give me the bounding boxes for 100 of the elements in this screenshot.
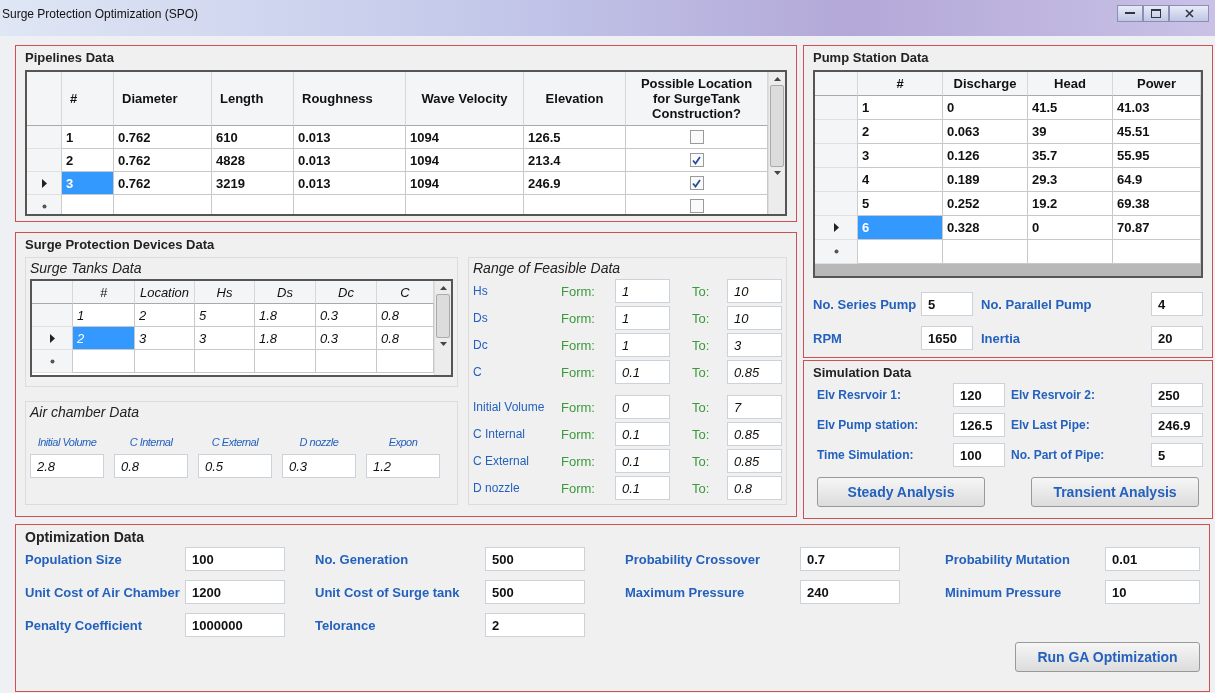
input-field[interactable]: 250	[1151, 383, 1203, 407]
input-field[interactable]: 500	[485, 580, 585, 604]
table-cell: 246.9	[524, 172, 626, 195]
input-field[interactable]: 1.2	[366, 454, 440, 478]
input-field[interactable]: 0.8	[727, 476, 782, 500]
input-field[interactable]: 2	[485, 613, 585, 637]
field-label: RPM	[813, 330, 843, 346]
input-field[interactable]: 2.8	[30, 454, 104, 478]
field-label: Ds	[473, 311, 489, 325]
close-button[interactable]	[1169, 4, 1209, 22]
row-pointer-icon	[833, 223, 839, 232]
input-field[interactable]: 0.85	[727, 360, 782, 384]
minimize-button[interactable]	[1117, 4, 1143, 22]
table-cell: 1094	[406, 172, 524, 195]
field-label: Form:	[561, 310, 596, 326]
row-header[interactable]	[32, 327, 73, 350]
checkbox[interactable]	[689, 153, 704, 167]
table-cell: 4828	[212, 149, 294, 172]
input-field[interactable]: 0.7	[800, 547, 900, 571]
analysis-button[interactable]: Transient Analysis	[1031, 477, 1199, 507]
row-header[interactable]	[815, 216, 858, 240]
input-field[interactable]: 1000000	[185, 613, 285, 637]
column-header: Head	[1028, 72, 1113, 96]
group-title: Air chamber Data	[30, 404, 140, 420]
row-pointer-icon	[41, 178, 47, 188]
table-cell: 1094	[406, 126, 524, 149]
table-cell: 126.5	[524, 126, 626, 149]
field-label: C External	[210, 436, 260, 448]
input-field[interactable]: 0.3	[282, 454, 356, 478]
input-field[interactable]: 500	[485, 547, 585, 571]
empty-cell	[316, 350, 377, 373]
analysis-button[interactable]: Steady Analysis	[817, 477, 985, 507]
input-field[interactable]: 246.9	[1151, 413, 1203, 437]
checkbox[interactable]	[689, 176, 704, 190]
table-cell: 4	[858, 168, 943, 192]
input-field[interactable]: 5	[1151, 443, 1203, 467]
column-header: Diameter	[114, 72, 212, 126]
field-label: Unit Cost of Air Chamber	[25, 584, 181, 600]
input-field[interactable]: 240	[800, 580, 900, 604]
scroll-down-icon[interactable]	[773, 171, 781, 175]
maximize-button[interactable]	[1143, 4, 1169, 22]
input-field[interactable]: 0.85	[727, 449, 782, 473]
field-label: No. Parallel Pump	[981, 296, 1093, 312]
input-field[interactable]: 0.85	[727, 422, 782, 446]
table-cell: 3	[858, 144, 943, 168]
input-field[interactable]: 0	[615, 395, 670, 419]
field-label: Penalty Coefficient	[25, 617, 144, 633]
column-header: #	[73, 281, 135, 304]
table-cell: 0.252	[943, 192, 1028, 216]
input-field[interactable]: 120	[953, 383, 1005, 407]
input-field[interactable]: 126.5	[953, 413, 1005, 437]
field-label: Elv Resrvoir 2:	[1011, 388, 1097, 402]
field-label: Initial Volume	[36, 436, 98, 448]
scrollbar-thumb[interactable]	[770, 85, 784, 167]
scroll-down-icon[interactable]	[439, 342, 447, 346]
empty-cell	[195, 350, 255, 373]
input-field[interactable]: 10	[727, 306, 782, 330]
field-label: To:	[691, 364, 711, 380]
run-button[interactable]: Run GA Optimization	[1015, 642, 1200, 672]
input-field[interactable]: 100	[185, 547, 285, 571]
input-field[interactable]: 0.1	[615, 449, 670, 473]
input-field[interactable]: 20	[1151, 326, 1203, 350]
input-field[interactable]: 1650	[921, 326, 973, 350]
input-field[interactable]: 0.1	[615, 476, 670, 500]
scroll-up-icon[interactable]	[439, 286, 447, 290]
row-header[interactable]	[27, 172, 62, 195]
input-field[interactable]: 0.5	[198, 454, 272, 478]
column-header: Ds	[255, 281, 316, 304]
table-cell: 45.51	[1113, 120, 1201, 144]
scrollbar-thumb[interactable]	[436, 294, 450, 338]
input-field[interactable]: 100	[953, 443, 1005, 467]
table-cell: 0	[943, 96, 1028, 120]
table-cell: 1	[62, 126, 114, 149]
input-field[interactable]: 0.1	[615, 422, 670, 446]
input-field[interactable]: 3	[727, 333, 782, 357]
scroll-up-icon[interactable]	[773, 77, 781, 81]
input-field[interactable]: 7	[727, 395, 782, 419]
field-label: To:	[691, 480, 711, 496]
panel-title: Pipelines Data	[25, 50, 115, 65]
input-field[interactable]: 0.8	[114, 454, 188, 478]
input-field[interactable]: 0.1	[615, 360, 670, 384]
input-field[interactable]: 1	[615, 333, 670, 357]
input-field[interactable]: 0.01	[1105, 547, 1200, 571]
input-field[interactable]: 1	[615, 306, 670, 330]
table-cell: 0.063	[943, 120, 1028, 144]
input-field[interactable]: 4	[1151, 292, 1203, 316]
panel-title: Pump Station Data	[813, 50, 930, 65]
input-field[interactable]: 1200	[185, 580, 285, 604]
column-header: Possible Location for SurgeTank Construction?	[626, 72, 768, 126]
table-cell: 3	[135, 327, 195, 350]
table-cell: 0.762	[114, 126, 212, 149]
field-label: Minimum Pressure	[945, 584, 1063, 600]
input-field[interactable]: 1	[615, 279, 670, 303]
field-label: Initial Volume	[473, 400, 546, 414]
checkbox[interactable]	[689, 130, 704, 144]
input-field[interactable]: 5	[921, 292, 973, 316]
input-field[interactable]: 10	[1105, 580, 1200, 604]
checkbox[interactable]	[689, 199, 704, 213]
field-label: Probability Mutation	[945, 551, 1071, 567]
input-field[interactable]: 10	[727, 279, 782, 303]
